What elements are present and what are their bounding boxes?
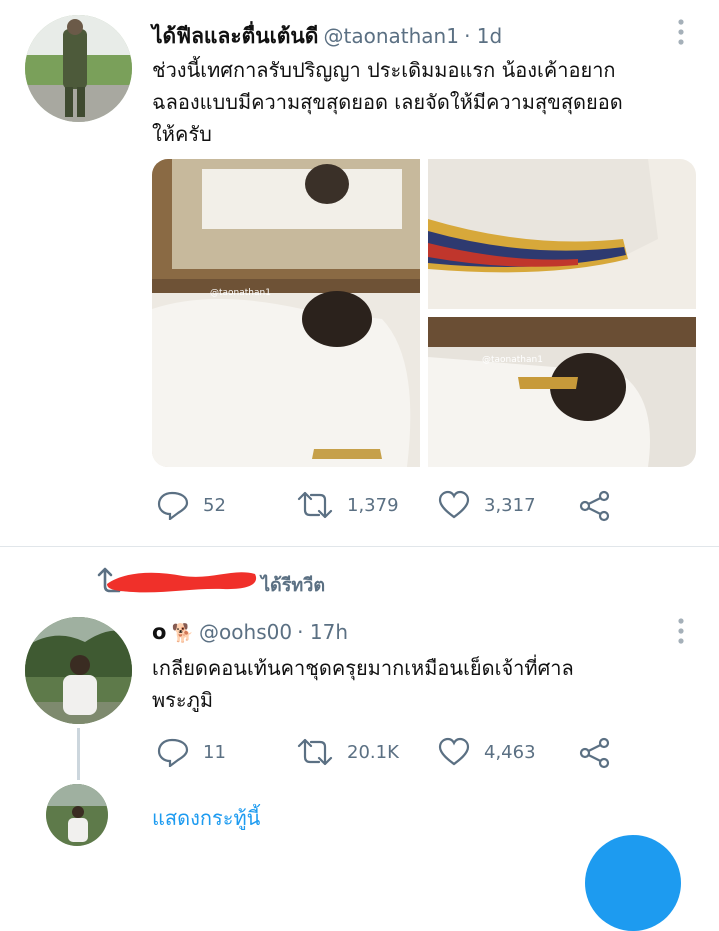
dog-emoji: 🐕 (171, 623, 194, 644)
tweet-text-line: เกลียดคอนเท้นคาชุดครุยมากเหมือนเย็ดเจ้าท… (152, 656, 574, 680)
more-vertical-icon (678, 19, 684, 45)
thread-avatar[interactable] (46, 784, 108, 846)
timestamp[interactable]: · 17h (297, 620, 348, 644)
watermark: @taonathan1 (210, 288, 271, 298)
photo-bed-image (152, 159, 420, 467)
avatar-photo (25, 617, 132, 724)
tweet-text-line: ฉลองแบบมีความสุขสุดยอด เลยจัดให้มีความสุ… (152, 90, 623, 114)
display-name[interactable]: ได้ฟีลและตื่นเต้นดี (152, 24, 318, 48)
retweet-count: 20.1K (347, 741, 399, 763)
media-photo-3[interactable]: @taonathan1 (428, 317, 696, 467)
reply-icon (157, 491, 189, 520)
reply-count: 11 (203, 741, 226, 763)
tweet-header: ได้ฟีลและตื่นเต้นดี @taonathan1 · 1d (152, 20, 672, 53)
display-name[interactable]: o (152, 620, 166, 644)
more-options-button[interactable] (674, 617, 688, 645)
user-handle[interactable]: @oohs00 (199, 620, 292, 644)
heart-icon (438, 490, 470, 519)
like-count: 4,463 (484, 741, 536, 763)
reply-button[interactable]: 52 (157, 490, 226, 520)
timestamp[interactable]: · 1d (464, 24, 502, 48)
retweet-count: 1,379 (347, 494, 399, 516)
retweet-icon (297, 738, 333, 766)
share-button[interactable] (579, 490, 625, 522)
avatar[interactable] (25, 617, 132, 724)
watermark: @taonathan1 (482, 355, 543, 365)
share-button[interactable] (579, 737, 625, 769)
share-icon (579, 490, 610, 522)
photo-sleeping-image (428, 317, 696, 467)
more-options-button[interactable] (674, 18, 688, 46)
tweet-text-line: ช่วงนี้เทศกาลรับปริญญา ประเดิมมอแรก น้อง… (152, 58, 616, 82)
retweet-banner: ได้รีทวีต (95, 562, 395, 598)
tweet-text-line: พระภูมิ (152, 688, 214, 712)
media-photo-1[interactable]: @taonathan1 (152, 159, 420, 467)
show-thread-link[interactable]: แสดงกระทู้นี้ (152, 802, 260, 834)
more-vertical-icon (678, 618, 684, 644)
photo-gown-image (428, 159, 696, 309)
tweet-text: เกลียดคอนเท้นคาชุดครุยมากเหมือนเย็ดเจ้าท… (152, 652, 702, 716)
avatar-photo (46, 784, 108, 846)
redaction-scribble (107, 572, 257, 593)
reply-count: 52 (203, 494, 226, 516)
heart-icon (438, 737, 470, 766)
retweet-button[interactable]: 20.1K (297, 737, 399, 767)
thread-connector (77, 728, 80, 780)
user-handle[interactable]: @taonathan1 (324, 24, 459, 48)
reply-icon (157, 738, 189, 767)
like-button[interactable]: 3,317 (438, 490, 536, 520)
tweet-header: o 🐕 @oohs00 · 17h (152, 620, 672, 644)
media-photo-2[interactable] (428, 159, 696, 309)
like-button[interactable]: 4,463 (438, 737, 536, 767)
divider (0, 546, 719, 547)
like-count: 3,317 (484, 494, 536, 516)
reply-button[interactable]: 11 (157, 737, 226, 767)
avatar[interactable] (25, 15, 132, 122)
avatar-photo (25, 15, 132, 122)
share-icon (579, 737, 610, 769)
media-grid[interactable]: @taonathan1 @taonathan1 (152, 159, 696, 467)
retweet-button[interactable]: 1,379 (297, 490, 399, 520)
compose-tweet-button[interactable] (585, 835, 681, 931)
retweeted-label: ได้รีทวีต (261, 575, 326, 596)
retweet-icon (297, 491, 333, 519)
tweet-text: ช่วงนี้เทศกาลรับปริญญา ประเดิมมอแรก น้อง… (152, 54, 702, 150)
tweet-text-line: ให้ครับ (152, 122, 212, 146)
